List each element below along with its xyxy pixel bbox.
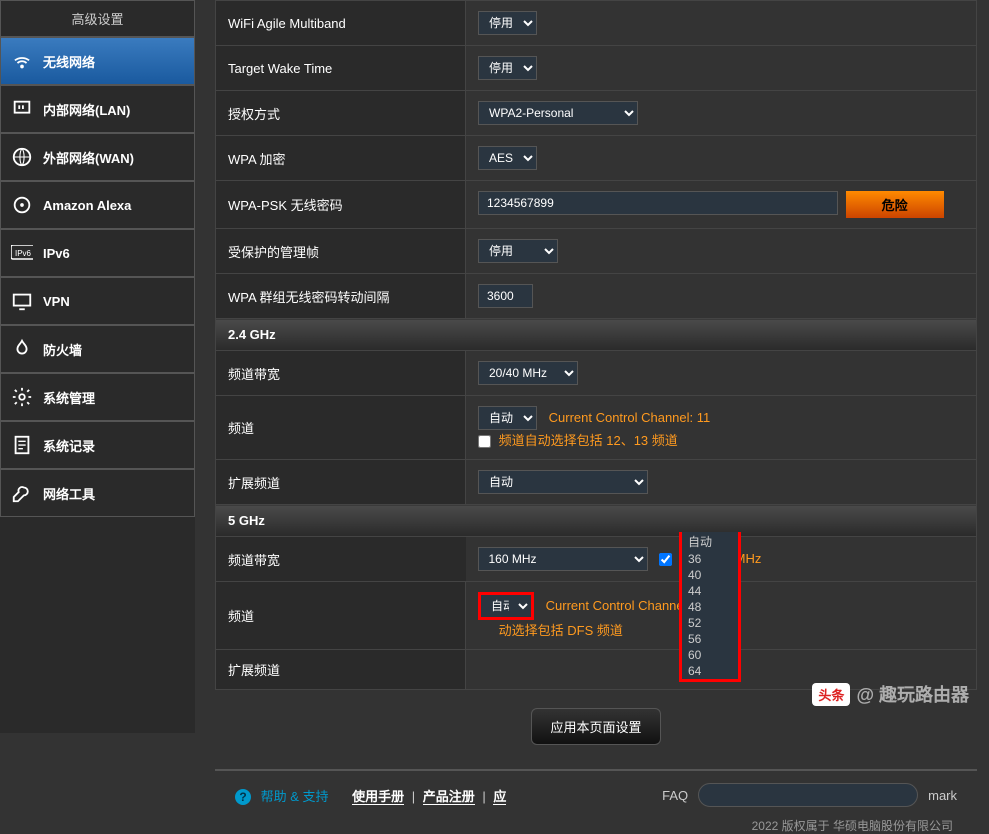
sidebar-item-label: 内部网络(LAN) — [43, 100, 130, 119]
main-content: WiFi Agile Multiband 停用 Target Wake Time… — [195, 0, 989, 733]
row-label-auth: 授权方式 — [216, 91, 466, 136]
section-24ghz: 2.4 GHz — [216, 319, 977, 351]
dropdown-option[interactable]: 自动 — [682, 532, 738, 551]
sidebar-item-log[interactable]: 系统记录 — [0, 421, 195, 469]
checkbox-label-ch12-13: 频道自动选择包括 12、13 频道 — [499, 433, 678, 448]
dropdown-channel-5-options: 自动 36 40 44 48 52 56 60 64 — [679, 532, 741, 682]
select-channel-5[interactable]: 自动 — [478, 592, 534, 620]
row-label-ch5: 频道 — [216, 582, 466, 650]
sidebar-item-label: 网络工具 — [43, 484, 95, 503]
sidebar-item-label: 无线网络 — [43, 52, 95, 71]
select-protected-mgmt[interactable]: 停用 — [478, 239, 558, 263]
sidebar-item-ipv6[interactable]: IPv6 IPv6 — [0, 229, 195, 277]
firewall-icon — [11, 338, 33, 360]
link-manual[interactable]: 使用手册 — [352, 789, 404, 805]
row-label-wifi-agile: WiFi Agile Multiband — [216, 1, 466, 46]
alexa-icon — [11, 194, 33, 216]
sidebar-item-admin[interactable]: 系统管理 — [0, 373, 195, 421]
danger-badge: 危险 — [846, 191, 944, 218]
row-label-wpa-psk: WPA-PSK 无线密码 — [216, 181, 466, 229]
sidebar-item-label: 系统记录 — [43, 436, 95, 455]
row-label-bw24: 频道带宽 — [216, 351, 466, 396]
faq-label: FAQ — [662, 788, 688, 803]
sidebar-item-label: 系统管理 — [43, 388, 95, 407]
dropdown-option[interactable]: 52 — [682, 615, 738, 631]
help-icon: ? — [235, 789, 251, 805]
watermark: 头条 @ 趣玩路由器 — [812, 681, 969, 707]
select-channel-24[interactable]: 自动 — [478, 406, 537, 430]
sidebar-item-label: VPN — [43, 294, 70, 309]
apply-button[interactable]: 应用本页面设置 — [531, 708, 660, 745]
dropdown-option[interactable]: 48 — [682, 599, 738, 615]
sidebar-item-firewall[interactable]: 防火墙 — [0, 325, 195, 373]
row-label-group-rekey: WPA 群组无线密码转动间隔 — [216, 274, 466, 319]
dropdown-option[interactable]: 56 — [682, 631, 738, 647]
dropdown-option[interactable]: 36 — [682, 551, 738, 567]
dropdown-option[interactable]: 44 — [682, 583, 738, 599]
globe-icon — [11, 146, 33, 168]
dropdown-option[interactable]: 40 — [682, 567, 738, 583]
section-5ghz: 5 GHz — [216, 505, 977, 537]
link-help[interactable]: 帮助 & 支持 — [261, 789, 329, 804]
input-wpa-psk[interactable] — [478, 191, 838, 215]
select-twt[interactable]: 停用 — [478, 56, 537, 80]
select-auth-method[interactable]: WPA2-Personal — [478, 101, 638, 125]
footer: ? 帮助 & 支持 使用手册 | 产品注册 | 应 FAQ mark — [215, 769, 977, 813]
sidebar-item-tools[interactable]: 网络工具 — [0, 469, 195, 517]
hint-channel-24: Current Control Channel: 11 — [549, 410, 711, 425]
sidebar-item-label: 防火墙 — [43, 340, 82, 359]
link-register[interactable]: 产品注册 — [423, 789, 475, 805]
sidebar-title: 高级设置 — [0, 0, 195, 37]
faq-search-input[interactable] — [698, 783, 918, 807]
watermark-badge: 头条 — [812, 683, 850, 706]
log-icon — [11, 434, 33, 456]
checkbox-enable-160mhz[interactable] — [659, 553, 672, 566]
sidebar-item-vpn[interactable]: VPN — [0, 277, 195, 325]
dropdown-option[interactable]: 60 — [682, 647, 738, 663]
row-label-twt: Target Wake Time — [216, 46, 466, 91]
sidebar-item-alexa[interactable]: Amazon Alexa — [0, 181, 195, 229]
watermark-text: @ 趣玩路由器 — [856, 681, 969, 707]
wifi-icon — [11, 50, 33, 72]
tools-icon — [11, 482, 33, 504]
dropdown-option[interactable]: 64 — [682, 663, 738, 679]
select-wpa-encryption[interactable]: AES — [478, 146, 537, 170]
sidebar-item-wan[interactable]: 外部网络(WAN) — [0, 133, 195, 181]
sidebar: 高级设置 无线网络 内部网络(LAN) 外部网络(WAN) Amazon Ale… — [0, 0, 195, 733]
select-bandwidth-24[interactable]: 20/40 MHz — [478, 361, 578, 385]
select-wifi-agile[interactable]: 停用 — [478, 11, 537, 35]
link-app[interactable]: 应 — [493, 789, 506, 805]
checkbox-include-ch12-13[interactable] — [478, 435, 491, 448]
row-label-bw5: 频道带宽 — [216, 537, 466, 582]
ipv6-icon: IPv6 — [11, 242, 33, 264]
sidebar-item-label: IPv6 — [43, 246, 70, 261]
row-label-wpa-enc: WPA 加密 — [216, 136, 466, 181]
sidebar-item-wireless[interactable]: 无线网络 — [0, 37, 195, 85]
sidebar-item-label: 外部网络(WAN) — [43, 148, 134, 167]
copyright: 2022 版权属于 华硕电脑股份有限公司 — [215, 813, 977, 834]
select-bandwidth-5[interactable]: 160 MHz — [478, 547, 648, 571]
row-label-extch24: 扩展频道 — [216, 460, 466, 505]
row-label-ch24: 频道 — [216, 396, 466, 460]
select-ext-channel-24[interactable]: 自动 — [478, 470, 648, 494]
checkbox-label-dfs: 动选择包括 DFS 频道 — [499, 623, 623, 638]
row-label-extch5: 扩展频道 — [216, 650, 466, 690]
sidebar-item-label: Amazon Alexa — [43, 198, 131, 213]
svg-text:IPv6: IPv6 — [15, 249, 32, 258]
vpn-icon — [11, 290, 33, 312]
row-label-pmf: 受保护的管理帧 — [216, 229, 466, 274]
lan-icon — [11, 98, 33, 120]
input-group-rekey[interactable] — [478, 284, 533, 308]
sidebar-item-lan[interactable]: 内部网络(LAN) — [0, 85, 195, 133]
admin-icon — [11, 386, 33, 408]
